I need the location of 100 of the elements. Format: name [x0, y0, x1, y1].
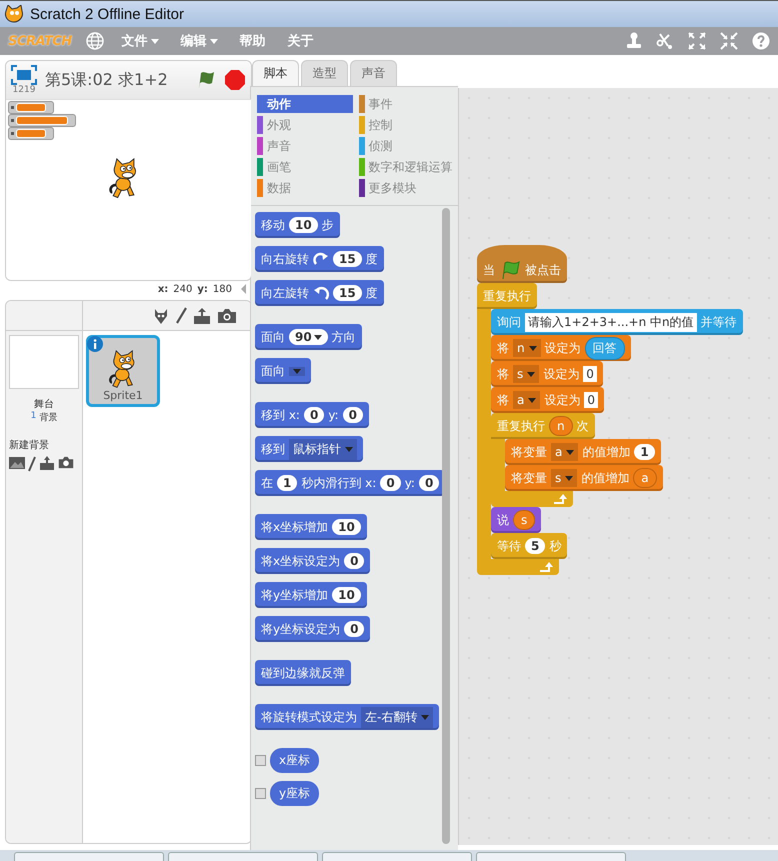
code-block[interactable]: 向左旋转 15 度: [255, 280, 384, 306]
fullscreen-icon[interactable]: [11, 65, 37, 85]
reporter-block[interactable]: y座标: [270, 781, 320, 806]
block-label: 向右旋转: [261, 250, 309, 268]
caret-icon: [566, 450, 574, 454]
block-label: 将x坐标设定为: [261, 552, 340, 570]
code-block[interactable]: 移到 鼠标指针: [255, 436, 363, 462]
stop-icon[interactable]: [224, 69, 246, 91]
tab[interactable]: 声音: [350, 60, 397, 86]
number-input[interactable]: 1: [277, 475, 298, 491]
text-input[interactable]: 请输入1+2+3+...+n 中n的值: [525, 312, 697, 332]
dropdown-menu[interactable]: 鼠标指针: [289, 438, 357, 460]
code-block[interactable]: 移到 x: 0 y: 0: [255, 402, 369, 428]
number-input[interactable]: 0: [380, 475, 401, 491]
code-block[interactable]: 面向 90 方向: [255, 324, 362, 350]
code-block[interactable]: 面向: [255, 358, 311, 384]
stage-thumbnail[interactable]: [9, 335, 79, 389]
taskbar-button[interactable]: [168, 852, 318, 861]
code-block[interactable]: 询问 请输入1+2+3+...+n 中n的值 并等待: [491, 309, 743, 335]
number-input[interactable]: 1: [634, 444, 655, 460]
dropdown-menu[interactable]: a: [551, 443, 578, 461]
tab[interactable]: 脚本: [252, 60, 299, 86]
block-label: 将变量: [511, 470, 547, 486]
text-input[interactable]: 0: [583, 366, 597, 382]
code-block[interactable]: 将x坐标设定为 0: [255, 548, 370, 574]
tab[interactable]: 造型: [301, 60, 348, 86]
caret-icon: [528, 398, 536, 402]
info-icon[interactable]: [87, 336, 103, 352]
caret-icon: [210, 38, 218, 44]
code-block[interactable]: 将y坐标设定为 0: [255, 616, 370, 642]
grow-icon[interactable]: [688, 32, 706, 50]
number-input[interactable]: 10: [289, 217, 318, 233]
code-block[interactable]: 将 a 设定为 0: [491, 387, 604, 413]
number-dropdown[interactable]: 90: [289, 329, 328, 345]
code-block[interactable]: 将变量 a 的值增加 1: [505, 439, 661, 465]
code-block[interactable]: 将y坐标增加 10: [255, 582, 367, 608]
block-label: 度: [366, 250, 378, 268]
shrink-icon[interactable]: [720, 32, 738, 50]
number-input[interactable]: 0: [304, 407, 324, 423]
code-block[interactable]: 将旋转模式设定为 左-右翻转: [255, 704, 440, 730]
rotate-right-icon: [313, 252, 329, 266]
block-label: 询问: [497, 314, 521, 330]
block-label: 设定为: [544, 340, 581, 356]
code-block[interactable]: 将 s 设定为 0: [491, 361, 603, 387]
category-label: 画笔: [267, 158, 291, 176]
globe-icon[interactable]: [86, 32, 104, 50]
x-value: 240: [173, 284, 192, 294]
taskbar-button[interactable]: [14, 852, 164, 861]
category-label: 数字和逻辑运算: [368, 158, 452, 176]
code-block[interactable]: 等待 5 秒: [491, 533, 568, 559]
dropdown-menu[interactable]: 左-右翻转: [361, 706, 434, 728]
code-block[interactable]: 说 s: [491, 507, 542, 533]
new-backdrop-label: 新建背景: [9, 438, 49, 452]
camera-icon[interactable]: [217, 308, 237, 324]
scrollbar[interactable]: [442, 208, 450, 844]
code-block[interactable]: 将 n 设定为 回答: [491, 335, 631, 361]
number-input[interactable]: 10: [332, 587, 361, 603]
rotate-left-icon: [313, 286, 329, 300]
code-block[interactable]: 将x坐标增加 10: [255, 514, 367, 540]
paintbrush-icon[interactable]: [28, 456, 36, 472]
reporter-block[interactable]: x座标: [270, 748, 320, 773]
number-input[interactable]: 0: [344, 621, 364, 637]
dropdown-menu[interactable]: [289, 366, 305, 376]
code-block[interactable]: 碰到边缘就反弹: [255, 660, 351, 686]
number-input[interactable]: 15: [333, 285, 362, 301]
landscape-icon[interactable]: [9, 456, 25, 470]
sprite-name: Sprite1: [103, 389, 143, 402]
number-input[interactable]: 10: [332, 519, 361, 535]
sprite-tile[interactable]: Sprite1: [86, 335, 160, 407]
number-input[interactable]: 15: [333, 251, 362, 267]
block-label: 当: [483, 262, 495, 278]
checkbox[interactable]: [255, 788, 266, 799]
number-input[interactable]: 5: [525, 538, 546, 554]
upload-icon[interactable]: [193, 306, 211, 324]
flag-icon[interactable]: [196, 70, 216, 90]
dropdown-menu[interactable]: n: [513, 339, 541, 357]
upload-icon[interactable]: [39, 456, 55, 470]
caret-icon: [421, 714, 430, 720]
checkbox[interactable]: [255, 755, 266, 766]
dropdown-menu[interactable]: s: [551, 469, 578, 487]
help-icon[interactable]: [752, 32, 770, 50]
text-input[interactable]: 0: [584, 392, 598, 408]
scissors-icon[interactable]: [656, 32, 674, 50]
code-block[interactable]: 向右旋转 15 度: [255, 246, 384, 272]
stamp-icon[interactable]: [626, 32, 642, 50]
paintbrush-icon[interactable]: [175, 306, 187, 324]
number-input[interactable]: 0: [418, 475, 440, 491]
taskbar-button[interactable]: [476, 852, 626, 861]
category-item[interactable]: 动作: [257, 95, 352, 113]
camera-icon[interactable]: [58, 456, 74, 469]
number-input[interactable]: 0: [344, 553, 364, 569]
dropdown-menu[interactable]: a: [513, 391, 540, 409]
code-block[interactable]: 移动 10 步: [255, 212, 340, 238]
number-input[interactable]: 0: [342, 407, 363, 423]
block-label: 面向: [261, 328, 285, 346]
sprite-library-icon[interactable]: [153, 306, 169, 324]
taskbar-button[interactable]: [322, 852, 472, 861]
code-block[interactable]: 将变量 s 的值增加 a: [505, 465, 663, 491]
dropdown-menu[interactable]: s: [513, 365, 540, 383]
block-label: 等待: [497, 538, 521, 554]
